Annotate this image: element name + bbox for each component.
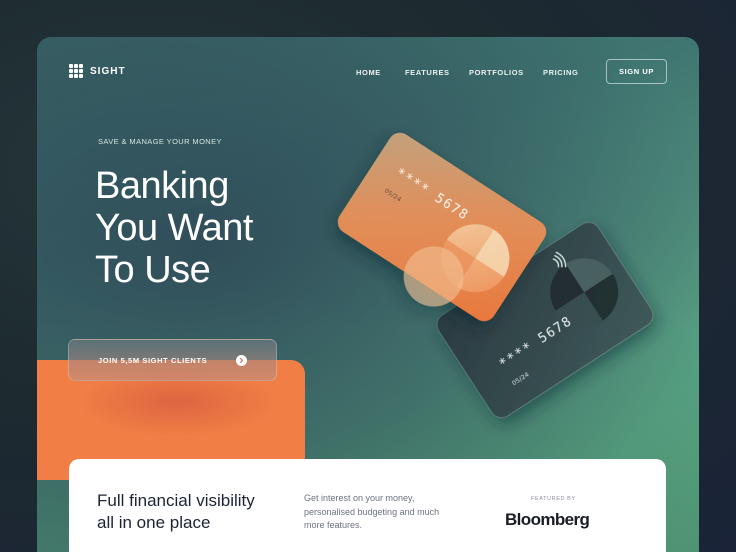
hero-frame: SIGHT HOME FEATURES PORTFOLIOS PRICING S… [37, 37, 699, 552]
featured-by-label: FEATURED BY [531, 496, 576, 502]
cta-label: JOIN 5,5M SIGHT CLIENTS [98, 355, 208, 365]
nav-item-portfolios[interactable]: PORTFOLIOS [469, 68, 524, 77]
join-clients-button[interactable]: JOIN 5,5M SIGHT CLIENTS [68, 339, 277, 381]
headline-line-3: To Use [95, 249, 211, 291]
hero-eyebrow: SAVE & MANAGE YOUR MONEY [98, 137, 222, 146]
feature-panel: Full financial visibility all in one pla… [69, 459, 666, 552]
signup-button[interactable]: SIGN UP [606, 59, 667, 84]
feature-description: Get interest on your money, personalised… [304, 493, 440, 530]
top-nav: SIGHT HOME FEATURES PORTFOLIOS PRICING S… [37, 37, 699, 107]
hero-headline: Banking You Want To Use [95, 165, 355, 291]
logo[interactable]: SIGHT [69, 64, 126, 78]
headline-line-1: Banking [95, 165, 229, 207]
feature-title-line-1: Full financial visibility [97, 491, 255, 510]
headline-line-2: You Want [95, 207, 253, 249]
feature-title-line-2: all in one place [97, 513, 211, 532]
logo-grid-icon [69, 64, 83, 78]
chevron-right-icon [236, 355, 247, 366]
nav-item-features[interactable]: FEATURES [405, 68, 450, 77]
nav-item-home[interactable]: HOME [356, 68, 381, 77]
nav-item-pricing[interactable]: PRICING [543, 68, 578, 77]
bloomberg-logo[interactable]: Bloomberg [505, 510, 590, 530]
logo-text: SIGHT [90, 65, 126, 77]
feature-title: Full financial visibility all in one pla… [97, 490, 255, 534]
